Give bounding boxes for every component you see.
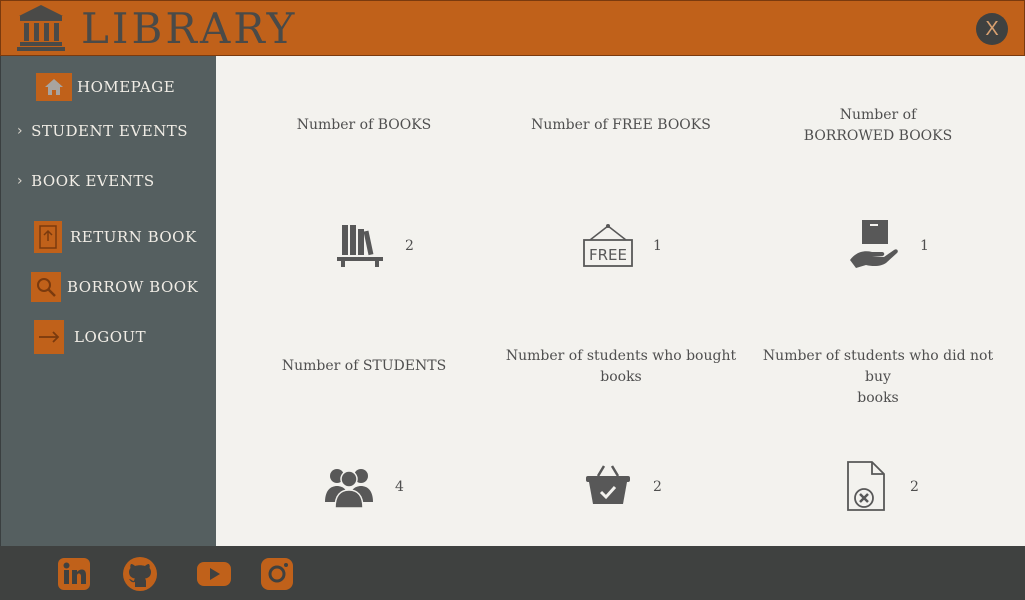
stat-label-line: Number of STUDENTS [281, 358, 447, 374]
bookshelf-icon [337, 225, 383, 267]
users-icon [325, 469, 373, 509]
stat-bought-label: Number of students who bought books [496, 346, 746, 388]
stat-books-label: Number of BOOKS [239, 115, 489, 136]
sidebar-item-borrow-book[interactable]: BORROW BOOK [31, 272, 198, 302]
chevron-right-icon: › [17, 123, 24, 139]
github-icon[interactable] [122, 556, 158, 592]
stat-borrowed-books-label: Number of BORROWED BOOKS [753, 105, 1003, 147]
stat-label-line: Number of FREE BOOKS [531, 117, 711, 133]
app-title: LIBRARY [81, 4, 298, 53]
sidebar-item-logout[interactable]: LOGOUT [34, 320, 146, 354]
hand-box-icon [850, 220, 898, 268]
sidebar-item-label: STUDENT EVENTS [31, 122, 189, 140]
free-sign-icon: FREE [583, 224, 633, 267]
app-header: LIBRARY X [0, 0, 1025, 56]
stat-label-line: books [600, 369, 642, 385]
sidebar-item-label: LOGOUT [74, 328, 147, 346]
library-building-icon [17, 5, 65, 51]
sidebar-item-label: HOMEPAGE [77, 78, 176, 96]
sidebar-item-label: BOOK EVENTS [31, 172, 155, 190]
chevron-right-icon: › [17, 173, 24, 189]
stat-label-line: Number of students who bought [505, 348, 737, 364]
linkedin-icon[interactable] [56, 556, 92, 592]
logout-icon [34, 320, 64, 354]
stat-label-line: books [857, 390, 899, 406]
stat-label-line: BORROWED BOOKS [803, 128, 953, 144]
sidebar: HOMEPAGE › STUDENT EVENTS › BOOK EVENTS … [0, 56, 216, 546]
sidebar-item-homepage[interactable]: HOMEPAGE [36, 73, 175, 101]
home-icon [36, 73, 72, 101]
sidebar-item-student-events[interactable]: › STUDENT EVENTS [17, 122, 188, 140]
stat-label-line: Number of BOOKS [296, 117, 432, 133]
search-icon [31, 272, 61, 302]
basket-check-icon [586, 465, 630, 504]
stat-books-value: 2 [405, 238, 414, 254]
stat-free-books-value: 1 [653, 238, 662, 254]
stat-borrowed-books-value: 1 [920, 238, 929, 254]
stat-label-line: Number of students who did not buy [762, 348, 994, 385]
stat-free-books-label: Number of FREE BOOKS [496, 115, 746, 136]
stat-label-line: Number of [839, 107, 917, 123]
close-button[interactable]: X [976, 13, 1008, 45]
sidebar-item-label: BORROW BOOK [67, 278, 199, 296]
sidebar-item-label: RETURN BOOK [70, 228, 197, 246]
youtube-icon[interactable] [196, 556, 232, 592]
stat-not-bought-label: Number of students who did not buy books [753, 346, 1003, 409]
book-return-icon [34, 221, 62, 253]
stat-not-bought-value: 2 [910, 479, 919, 495]
footer [0, 546, 1025, 600]
stat-students-label: Number of STUDENTS [239, 356, 489, 377]
stat-students-value: 4 [395, 479, 404, 495]
svg-text:FREE: FREE [589, 246, 627, 264]
stat-bought-value: 2 [653, 479, 662, 495]
file-x-icon [847, 461, 885, 511]
instagram-icon[interactable] [259, 556, 295, 592]
dashboard-panel: Number of BOOKS Number of FREE BOOKS Num… [216, 56, 1025, 546]
sidebar-item-return-book[interactable]: RETURN BOOK [34, 221, 197, 253]
sidebar-item-book-events[interactable]: › BOOK EVENTS [17, 172, 155, 190]
